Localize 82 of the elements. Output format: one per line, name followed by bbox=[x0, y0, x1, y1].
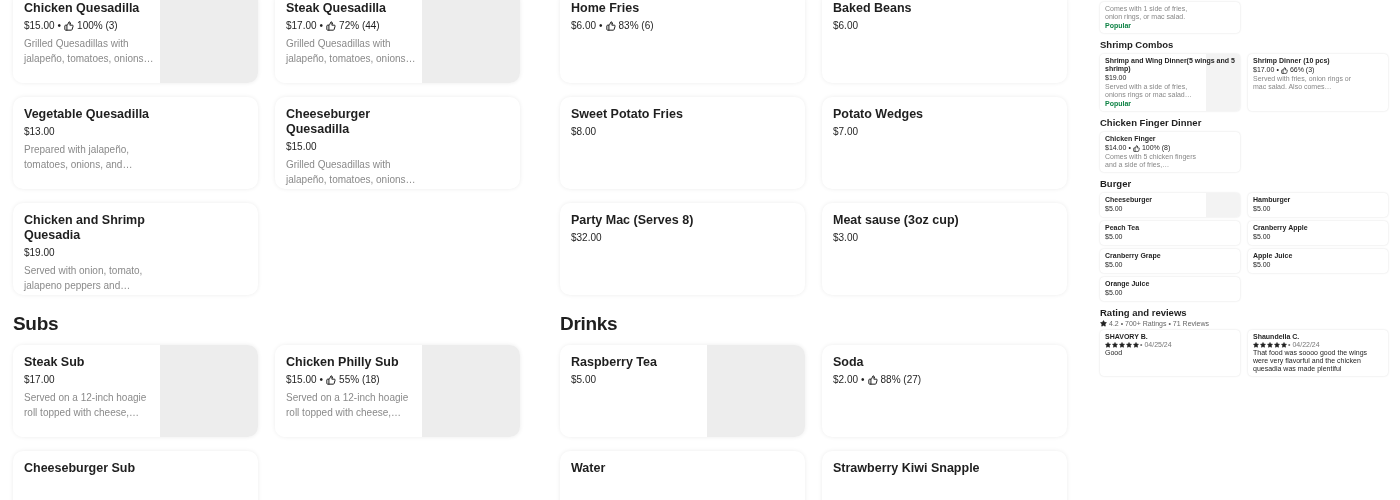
separator-dot: • bbox=[319, 19, 324, 33]
item-description: Grilled Quesadillas with jalapeño, tomatoes, onions… bbox=[286, 37, 417, 66]
menu-item-card[interactable]: Vegetable Quesadilla $13.00 Prepared with jalapeño, tomatoes, onions, and… bbox=[13, 97, 258, 189]
section-heading: Drinks bbox=[560, 313, 619, 335]
separator-dot: • bbox=[57, 19, 62, 33]
menu-item-card[interactable]: Soda $2.00 • 88% (27) bbox=[822, 345, 1067, 437]
item-title: Cheeseburger Quesadilla bbox=[286, 107, 372, 137]
menu-item-card[interactable]: Raspberry Tea $5.00 bbox=[560, 345, 805, 437]
item-title: Strawberry Kiwi Snapple bbox=[833, 461, 981, 476]
item-price: $3.00 bbox=[833, 231, 859, 245]
item-title: Steak Quesadilla bbox=[286, 1, 388, 16]
item-title: Water bbox=[571, 461, 607, 476]
item-price: $17.00 bbox=[286, 19, 317, 33]
item-price: $6.00 bbox=[833, 19, 859, 33]
rating-text: 83% (6) bbox=[618, 19, 654, 33]
star-icon bbox=[1100, 320, 1107, 327]
item-price: $13.00 bbox=[24, 125, 55, 139]
menu-item-card[interactable]: Chicken Philly Sub $15.00 • 55% (18) Served on a 12-inch hoagie roll topped with cheese,… bbox=[275, 345, 520, 437]
menu-item-card[interactable]: Party Mac (Serves 8) $32.00 bbox=[560, 203, 805, 295]
menu-item-card[interactable]: Strawberry Kiwi Snapple bbox=[822, 451, 1067, 500]
item-title: Sweet Potato Fries bbox=[571, 107, 684, 122]
item-price: $8.00 bbox=[571, 125, 597, 139]
menu-item-card[interactable]: Water bbox=[560, 451, 805, 500]
menu-item-card[interactable]: Home Fries $6.00 • 83% (6) bbox=[560, 0, 805, 83]
item-title: Chicken Quesadilla bbox=[24, 1, 141, 16]
item-title: Home Fries bbox=[571, 1, 641, 16]
menu-item-card[interactable]: Baked Beans $6.00 bbox=[822, 0, 1067, 83]
item-title: Meat sause (3oz cup) bbox=[833, 213, 960, 228]
rating-text: 88% (27) bbox=[880, 373, 922, 387]
separator-dot: • bbox=[319, 373, 324, 387]
thumbs-up-icon bbox=[64, 21, 75, 31]
section-heading: Subs bbox=[13, 313, 60, 335]
item-description: Grilled Quesadillas with jalapeño, tomatoes, onions… bbox=[24, 37, 155, 66]
item-title: Vegetable Quesadilla bbox=[24, 107, 151, 122]
item-price: $19.00 bbox=[24, 246, 55, 260]
menu-item-card[interactable]: Potato Wedges $7.00 bbox=[822, 97, 1067, 189]
menu-item-card[interactable]: Meat sause (3oz cup) $3.00 bbox=[822, 203, 1067, 295]
thumbs-up-icon bbox=[605, 21, 616, 31]
separator-dot: • bbox=[861, 373, 865, 387]
menu-item-card[interactable]: Cheeseburger Quesadilla $15.00 Grilled Quesadillas with jalapeño, tomatoes, onions… bbox=[275, 97, 520, 189]
item-price: $15.00 bbox=[24, 19, 55, 33]
item-title: Party Mac (Serves 8) bbox=[571, 213, 695, 228]
rating-text: 55% (18) bbox=[339, 373, 380, 387]
item-description: Served with onion, tomato, jalapeno peppers and… bbox=[24, 264, 144, 293]
item-price: $17.00 bbox=[24, 373, 55, 387]
menu-item-card[interactable]: Chicken Quesadilla $15.00 • 100% (3) Grilled Quesadillas with jalapeño, tomatoes, onions… bbox=[13, 0, 258, 83]
section-heading: Rating and reviews bbox=[1100, 307, 1188, 318]
item-price: $2.00 bbox=[833, 373, 859, 387]
section-heading: Chicken Finger Dinner bbox=[1100, 117, 1203, 128]
item-title: Chicken Philly Sub bbox=[286, 355, 400, 370]
item-description: Prepared with jalapeño, tomatoes, onions, and… bbox=[24, 143, 134, 172]
rating-text: 100% (3) bbox=[77, 19, 118, 33]
thumbs-up-icon bbox=[326, 375, 337, 385]
rating-text: 72% (44) bbox=[339, 19, 380, 33]
item-title: Raspberry Tea bbox=[571, 355, 658, 370]
menu-item-card[interactable]: Cheeseburger Sub bbox=[13, 451, 258, 500]
item-description: Served on a 12-inch hoagie roll topped with cheese,… bbox=[24, 391, 148, 420]
thumbs-up-icon bbox=[1280, 66, 1288, 74]
section-heading: Shrimp Combos bbox=[1100, 39, 1175, 50]
item-title: Potato Wedges bbox=[833, 107, 925, 122]
item-title: Chicken and Shrimp Quesadia bbox=[24, 213, 146, 243]
thumbs-up-icon bbox=[326, 21, 337, 31]
menu-item-card[interactable]: Steak Quesadilla $17.00 • 72% (44) Grilled Quesadillas with jalapeño, tomatoes, onions… bbox=[275, 0, 520, 83]
item-price: $32.00 bbox=[571, 231, 602, 245]
item-description: Grilled Quesadillas with jalapeño, tomatoes, onions… bbox=[286, 158, 417, 187]
item-price: $6.00 bbox=[571, 19, 597, 33]
item-price: $15.00 bbox=[286, 140, 317, 154]
item-title: Cheeseburger Sub bbox=[24, 461, 137, 476]
item-description: Served on a 12-inch hoagie roll topped with cheese,… bbox=[286, 391, 410, 420]
section-heading: Burger bbox=[1100, 178, 1133, 189]
item-price: $5.00 bbox=[571, 373, 597, 387]
item-price: $15.00 bbox=[286, 373, 317, 387]
item-title: Baked Beans bbox=[833, 1, 913, 16]
menu-item-card[interactable]: Chicken and Shrimp Quesadia $19.00 Served with onion, tomato, jalapeno peppers and… bbox=[13, 203, 258, 295]
item-price: $7.00 bbox=[833, 125, 859, 139]
menu-item-card[interactable]: Steak Sub $17.00 Served on a 12-inch hoagie roll topped with cheese,… bbox=[13, 345, 258, 437]
separator-dot: • bbox=[599, 19, 603, 33]
item-title: Steak Sub bbox=[24, 355, 86, 370]
thumbs-up-icon bbox=[1132, 144, 1140, 152]
menu-item-card[interactable]: Sweet Potato Fries $8.00 bbox=[560, 97, 805, 189]
thumbs-up-icon bbox=[867, 375, 878, 385]
item-title: Soda bbox=[833, 355, 865, 370]
